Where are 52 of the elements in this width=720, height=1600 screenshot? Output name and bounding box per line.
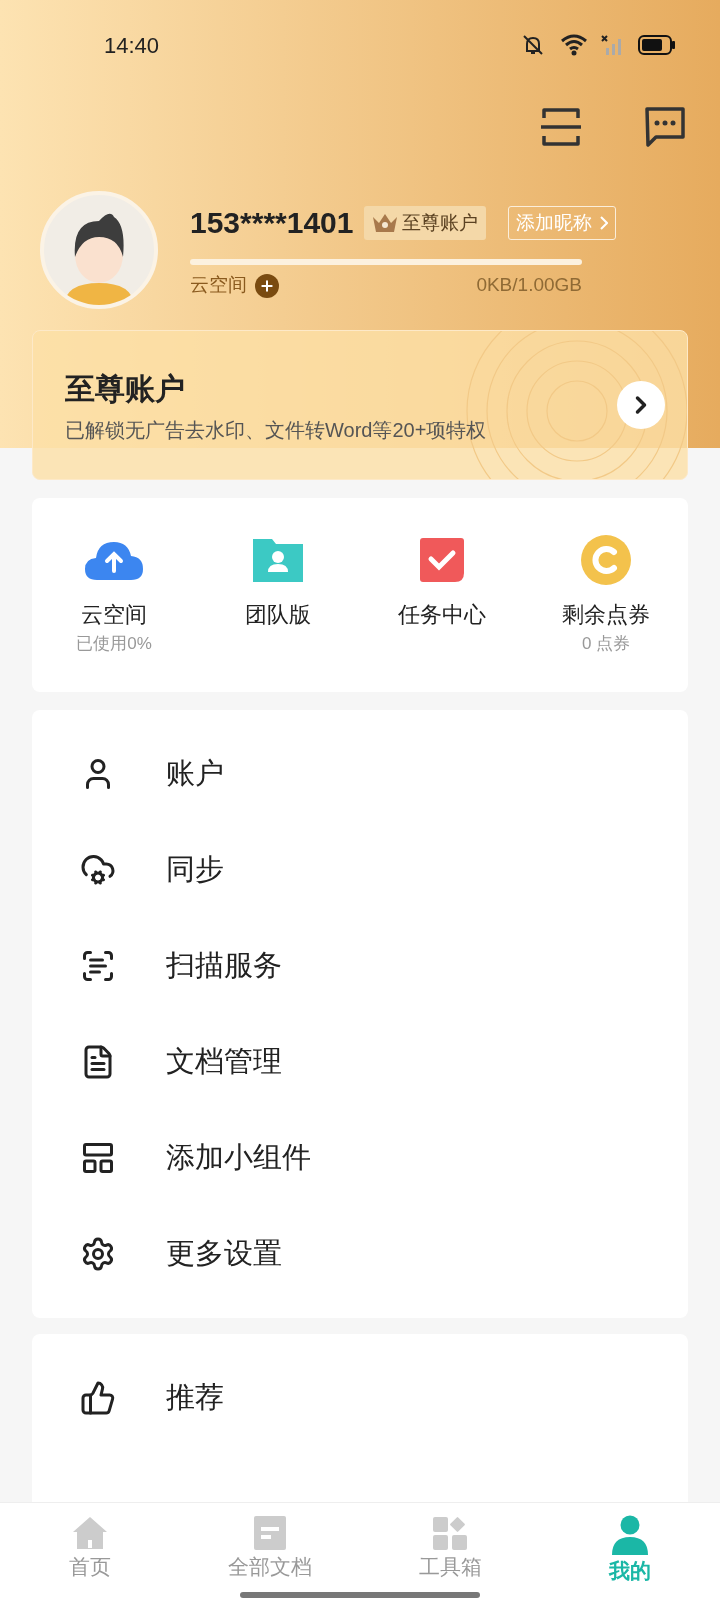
message-button[interactable] xyxy=(644,106,686,148)
menu-label: 同步 xyxy=(166,852,224,888)
menu-item[interactable]: 推荐 xyxy=(32,1350,688,1446)
menu-item[interactable]: 账户 xyxy=(32,726,688,822)
clock-time: 14:40 xyxy=(104,31,160,60)
menu-label: 推荐 xyxy=(166,1380,224,1416)
cloud-space-label: 云空间 xyxy=(190,273,247,298)
checklist-icon xyxy=(419,537,465,583)
widget-icon xyxy=(80,1140,116,1176)
menu-label: 账户 xyxy=(166,756,224,792)
menu-item[interactable]: 文档管理 xyxy=(32,1014,688,1110)
thumbs-up-icon xyxy=(80,1380,116,1416)
shortcut-item[interactable]: 剩余点券 0 点券 xyxy=(524,532,688,692)
shortcut-label: 团队版 xyxy=(245,601,311,629)
coin-icon xyxy=(580,534,632,586)
document-icon xyxy=(253,1515,287,1551)
settings-icon xyxy=(80,1236,116,1272)
shortcut-label: 剩余点券 xyxy=(562,601,650,629)
shortcut-item[interactable]: 任务中心 xyxy=(360,532,524,692)
shortcut-item[interactable]: 团队版 xyxy=(196,532,360,692)
shortcut-label: 任务中心 xyxy=(398,601,486,629)
add-icon[interactable] xyxy=(255,273,279,298)
menu-label: 添加小组件 xyxy=(166,1140,311,1176)
scan-text-icon xyxy=(80,948,116,984)
menu-item[interactable]: 扫描服务 xyxy=(32,918,688,1014)
menu-item[interactable]: 添加小组件 xyxy=(32,1110,688,1206)
menu-label: 文档管理 xyxy=(166,1044,282,1080)
wifi-icon xyxy=(560,34,588,56)
person-icon xyxy=(611,1515,649,1555)
battery-icon xyxy=(638,35,676,55)
cloud-sync-icon xyxy=(80,852,116,888)
home-icon xyxy=(72,1515,108,1551)
badge-label: 至尊账户 xyxy=(401,210,478,235)
shortcut-item[interactable]: 云空间 已使用0% xyxy=(32,532,196,692)
menu-label: 扫描服务 xyxy=(166,948,282,984)
scan-button[interactable] xyxy=(540,106,582,148)
vip-card[interactable]: 至尊账户 已解锁无广告去水印、文件转Word等20+项特权 xyxy=(32,330,688,480)
phone-number: 153****1401 xyxy=(190,205,354,242)
menu-item[interactable]: 同步 xyxy=(32,822,688,918)
chevron-right-icon[interactable] xyxy=(617,381,665,429)
menu-label: 更多设置 xyxy=(166,1236,282,1272)
crown-icon xyxy=(371,212,398,233)
shortcut-subtitle: 已使用0% xyxy=(76,633,152,655)
vip-subtitle: 已解锁无广告去水印、文件转Word等20+项特权 xyxy=(65,417,487,443)
shortcut-subtitle: 0 点券 xyxy=(581,633,631,655)
folder-person-icon xyxy=(252,537,304,583)
grid-icon xyxy=(432,1515,468,1551)
storage-usage: 0KB/1.00GB xyxy=(476,273,582,298)
vip-title: 至尊账户 xyxy=(65,370,186,407)
menu-item[interactable]: 更多设置 xyxy=(32,1206,688,1302)
shortcut-label: 云空间 xyxy=(81,601,147,629)
chevron-right-icon xyxy=(599,215,608,230)
